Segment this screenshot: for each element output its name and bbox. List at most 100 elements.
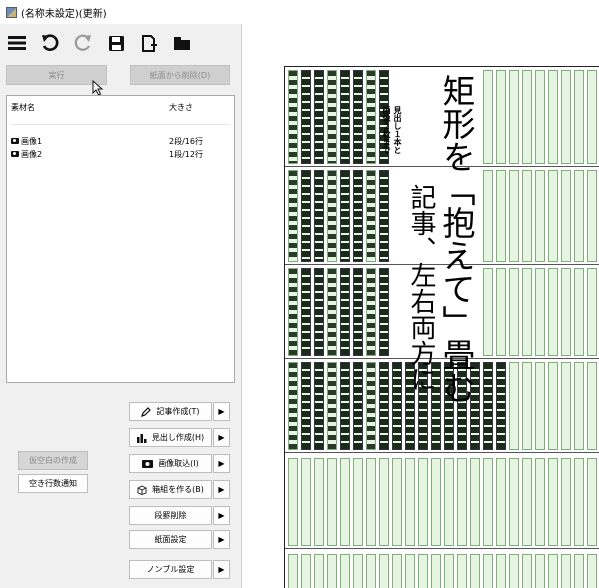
text-column xyxy=(483,362,493,450)
text-column xyxy=(548,268,558,356)
text-column xyxy=(587,362,597,450)
text-column xyxy=(574,170,584,262)
box-arrow-button[interactable]: ▶ xyxy=(213,480,230,499)
text-column xyxy=(561,170,571,262)
nombre-settings-button[interactable]: ノンブル設定 xyxy=(129,560,212,579)
text-column xyxy=(340,70,350,164)
text-column xyxy=(587,70,597,164)
material-size: 1段/12行 xyxy=(169,150,203,159)
text-column xyxy=(496,268,506,356)
text-column xyxy=(366,362,376,450)
undo-icon[interactable] xyxy=(39,33,61,53)
text-column xyxy=(496,170,506,262)
text-column xyxy=(509,70,519,164)
text-column xyxy=(314,268,324,356)
text-column xyxy=(353,170,363,262)
text-column xyxy=(522,458,532,546)
cursor-icon xyxy=(92,80,104,96)
text-column xyxy=(314,554,324,588)
text-column xyxy=(548,554,558,588)
paper-settings-arrow-button[interactable]: ▶ xyxy=(213,530,230,549)
subhead-line1: 見出し１本と xyxy=(393,106,402,154)
title-bar: (名称未設定)(更新) xyxy=(0,0,599,24)
column-header-size: 大きさ xyxy=(169,103,193,112)
text-column xyxy=(574,268,584,356)
text-column xyxy=(561,268,571,356)
folder-icon[interactable] xyxy=(171,33,193,53)
text-column xyxy=(535,268,545,356)
text-column xyxy=(340,458,350,546)
text-column xyxy=(522,268,532,356)
delete-dan-arrow-button[interactable]: ▶ xyxy=(213,506,230,525)
list-item[interactable]: 画像2 1段/12行 xyxy=(7,149,234,161)
text-column xyxy=(483,554,493,588)
play-icon: ▶ xyxy=(218,565,225,574)
text-column xyxy=(470,554,480,588)
text-column xyxy=(366,458,376,546)
box-icon xyxy=(137,484,147,495)
new-page-icon[interactable] xyxy=(138,33,160,53)
paper-preview[interactable]: 矩形を「抱えて」畳む 記事、左右両方に 見出し１本と 画像２枚まで xyxy=(241,24,599,588)
make-box-label: 箱組を作る(B) xyxy=(152,485,204,494)
temp-blank-button[interactable]: 仮空白の作成 xyxy=(18,451,88,470)
nombre-settings-arrow-button[interactable]: ▶ xyxy=(213,560,230,579)
subhead-line2: 画像２枚まで xyxy=(382,106,391,154)
import-image-button[interactable]: 画像取込(I) xyxy=(129,454,212,473)
toolbar xyxy=(6,32,204,54)
materials-list[interactable]: 素材名 大きさ 画像1 2段/16行 画像2 1段/12行 xyxy=(6,95,235,383)
article-arrow-button[interactable]: ▶ xyxy=(213,402,230,421)
headline-main: 矩形を「抱えて」畳む xyxy=(437,74,476,404)
text-column xyxy=(535,362,545,450)
text-column xyxy=(379,554,389,588)
text-column xyxy=(379,458,389,546)
text-column xyxy=(470,458,480,546)
text-column xyxy=(444,458,454,546)
column-header-name: 素材名 xyxy=(11,103,35,112)
blank-lines-button[interactable]: 空き行数通知 xyxy=(18,474,88,493)
create-headline-button[interactable]: 見出し作成(H) xyxy=(129,428,212,447)
text-column xyxy=(288,268,298,356)
list-item[interactable]: 画像1 2段/16行 xyxy=(7,136,234,148)
redo-icon[interactable] xyxy=(72,33,94,53)
text-column xyxy=(288,554,298,588)
text-column xyxy=(561,554,571,588)
text-column xyxy=(431,458,441,546)
text-column xyxy=(353,268,363,356)
text-column xyxy=(379,170,389,262)
headline-arrow-button[interactable]: ▶ xyxy=(213,428,230,447)
text-column xyxy=(327,362,337,450)
text-column xyxy=(288,70,298,164)
text-column xyxy=(301,554,311,588)
text-column xyxy=(561,458,571,546)
create-article-label: 記事作成(T) xyxy=(156,407,200,416)
text-column xyxy=(379,268,389,356)
create-article-button[interactable]: 記事作成(T) xyxy=(129,402,212,421)
save-icon[interactable] xyxy=(105,33,127,53)
text-column xyxy=(288,170,298,262)
nombre-settings-label: ノンブル設定 xyxy=(146,565,195,574)
text-column xyxy=(496,70,506,164)
left-panel: 実行 紙面から削除(D) 素材名 大きさ 画像1 2段/16行 画像2 1段/1… xyxy=(0,24,241,588)
text-column xyxy=(340,170,350,262)
text-column xyxy=(548,70,558,164)
delete-dan-button[interactable]: 段罫削除 xyxy=(129,506,212,525)
material-size: 2段/16行 xyxy=(169,137,203,146)
play-icon: ▶ xyxy=(218,511,225,520)
text-column xyxy=(392,458,402,546)
remove-from-paper-button[interactable]: 紙面から削除(D) xyxy=(130,65,230,85)
text-column xyxy=(353,554,363,588)
text-column xyxy=(392,362,402,450)
play-icon: ▶ xyxy=(218,485,225,494)
paper-settings-button[interactable]: 紙面設定 xyxy=(129,530,212,549)
text-column xyxy=(314,458,324,546)
menu-icon[interactable] xyxy=(6,33,28,53)
pencil-icon xyxy=(141,406,152,417)
text-column xyxy=(353,458,363,546)
text-column xyxy=(483,268,493,356)
image-arrow-button[interactable]: ▶ xyxy=(213,454,230,473)
text-column xyxy=(587,458,597,546)
text-column xyxy=(587,170,597,262)
text-column xyxy=(548,458,558,546)
text-column xyxy=(457,554,467,588)
make-box-button[interactable]: 箱組を作る(B) xyxy=(129,480,212,499)
